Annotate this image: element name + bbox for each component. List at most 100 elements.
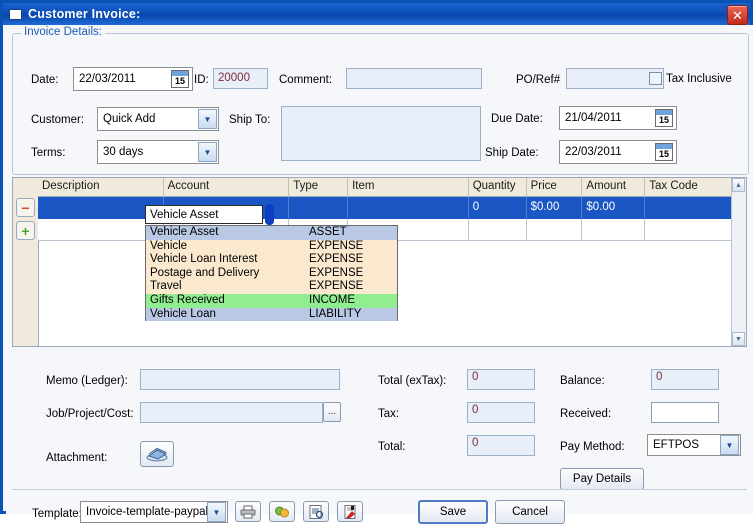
balance-label: Balance: <box>560 375 605 387</box>
pay-details-button[interactable]: Pay Details <box>560 468 644 490</box>
account-dropdown-list[interactable]: Vehicle Asset ASSET Vehicle EXPENSE Vehicle … <box>145 225 398 322</box>
calendar-icon-due[interactable]: 15 <box>655 109 673 127</box>
column-header-price[interactable]: Price <box>527 178 583 196</box>
chevron-down-icon-paymethod[interactable]: ▼ <box>720 435 739 455</box>
grid-cell[interactable]: $0.00 <box>582 197 646 219</box>
customer-label: Customer: <box>31 114 85 126</box>
dropdown-item[interactable]: Vehicle Loan Interest EXPENSE <box>146 253 397 267</box>
grid-cell[interactable] <box>645 197 732 219</box>
window-title: Customer Invoice: <box>28 7 141 21</box>
calendar-icon[interactable]: 15 <box>171 70 189 88</box>
chevron-down-icon-template[interactable]: ▼ <box>207 502 226 522</box>
grid-cell[interactable]: 0 <box>469 197 527 219</box>
id-label: ID: <box>194 74 209 86</box>
grid-cell[interactable]: $0.00 <box>527 197 583 219</box>
dropdown-item-name: Postage and Delivery <box>150 266 260 279</box>
template-label: Template: <box>32 508 82 520</box>
date-field[interactable]: 22/03/2011 15 <box>73 67 193 91</box>
grid-cell[interactable] <box>289 197 349 219</box>
add-row-button[interactable]: + <box>16 221 35 240</box>
shipto-label: Ship To: <box>229 114 271 126</box>
shipdate-label: Ship Date: <box>485 147 539 159</box>
grid-cell[interactable] <box>582 218 646 241</box>
shipdate-field[interactable]: 22/03/2011 15 <box>559 140 677 164</box>
total-extax-value-field: 0 <box>467 369 535 390</box>
email-icon[interactable] <box>269 501 295 522</box>
scanner-icon[interactable] <box>140 441 174 467</box>
paymethod-combobox[interactable]: EFTPOS ▼ <box>647 434 741 456</box>
comment-input[interactable] <box>346 68 482 89</box>
dropdown-item-name: Vehicle Asset <box>150 226 219 238</box>
comment-label: Comment: <box>279 74 333 86</box>
terms-combobox[interactable]: 30 days ▼ <box>97 140 219 164</box>
dropdown-item-type: EXPENSE <box>309 253 364 266</box>
tax-inclusive-checkbox[interactable] <box>649 72 662 85</box>
close-icon[interactable]: ✕ <box>727 5 748 25</box>
attachment-label: Attachment: <box>46 452 108 464</box>
line-items-grid[interactable]: − + Description Account Type Item Quantity Pr… <box>12 177 747 347</box>
column-header-description[interactable]: Description <box>38 178 164 196</box>
chevron-down-icon[interactable]: ▼ <box>198 109 217 129</box>
grid-header-row: Description Account Type Item Quantity Price A… <box>38 178 732 197</box>
dropdown-item-name: Vehicle Loan Interest <box>150 253 258 266</box>
dropdown-item[interactable]: Vehicle Asset ASSET <box>146 226 397 240</box>
grid-cell[interactable] <box>645 218 732 241</box>
column-header-tax-code[interactable]: Tax Code <box>645 178 732 196</box>
received-input[interactable] <box>651 402 719 423</box>
dropdown-item-type: EXPENSE <box>309 266 364 279</box>
column-header-quantity[interactable]: Quantity <box>469 178 527 196</box>
grid-cell[interactable] <box>527 218 583 241</box>
printer-icon[interactable] <box>235 501 261 522</box>
tax-value: 0 <box>472 404 479 416</box>
account-cell-editor[interactable]: Vehicle Asset <box>145 205 263 224</box>
dropdown-item[interactable]: Vehicle Loan LIABILITY <box>146 307 397 322</box>
shipto-input[interactable] <box>281 106 481 161</box>
scroll-up-icon[interactable]: ▲ <box>732 178 745 192</box>
dropdown-item[interactable]: Vehicle EXPENSE <box>146 240 397 254</box>
terms-value: 30 days <box>103 146 144 158</box>
dropdown-item[interactable]: Postage and Delivery EXPENSE <box>146 267 397 281</box>
template-value: Invoice-template-paypal.d <box>86 506 207 518</box>
column-header-amount[interactable]: Amount <box>582 178 646 196</box>
date-value: 22/03/2011 <box>79 73 136 85</box>
cancel-button[interactable]: Cancel <box>495 500 565 524</box>
grid-cell[interactable] <box>469 218 527 241</box>
column-header-account[interactable]: Account <box>164 178 290 196</box>
chevron-down-icon-terms[interactable]: ▼ <box>198 142 217 162</box>
poref-label: PO/Ref# <box>516 74 561 86</box>
column-header-type[interactable]: Type <box>289 178 349 196</box>
column-header-item[interactable]: Item <box>348 178 469 196</box>
remove-row-button[interactable]: − <box>16 198 35 217</box>
total-value: 0 <box>472 437 479 449</box>
dropdown-item-name: Gifts Received <box>150 293 225 306</box>
dropdown-item-type: ASSET <box>309 226 347 238</box>
dropdown-item[interactable]: Gifts Received INCOME <box>146 293 397 308</box>
job-browse-button[interactable]: ... <box>323 402 341 422</box>
calendar-icon-ship[interactable]: 15 <box>655 143 673 161</box>
template-combobox[interactable]: Invoice-template-paypal.d ▼ <box>80 501 228 523</box>
duedate-label: Due Date: <box>491 113 543 125</box>
tax-inclusive-label: Tax Inclusive <box>666 73 732 85</box>
grid-vertical-scrollbar[interactable]: ▲ ▼ <box>731 178 746 346</box>
memo-input[interactable] <box>140 369 340 390</box>
duedate-field[interactable]: 21/04/2011 15 <box>559 106 677 130</box>
dropdown-item[interactable]: Travel EXPENSE <box>146 280 397 294</box>
paymethod-label: Pay Method: <box>560 441 625 453</box>
dropdown-item-type: INCOME <box>309 293 355 306</box>
total-value-field: 0 <box>467 435 535 456</box>
id-value: 20000 <box>218 72 250 84</box>
customer-combobox[interactable]: Quick Add ▼ <box>97 107 219 131</box>
account-editor-value: Vehicle Asset <box>150 208 219 221</box>
balance-value: 0 <box>656 371 663 383</box>
date-label: Date: <box>31 74 59 86</box>
table-row[interactable]: 0 $0.00 $0.00 <box>38 197 732 219</box>
save-button[interactable]: Save <box>418 500 488 524</box>
preview-icon[interactable] <box>303 501 329 522</box>
job-input[interactable] <box>140 402 323 423</box>
balance-value-field: 0 <box>651 369 719 390</box>
pdf-icon[interactable] <box>337 501 363 522</box>
scroll-down-icon[interactable]: ▼ <box>732 332 745 346</box>
grid-cell[interactable] <box>348 197 469 219</box>
customer-invoice-window: Customer Invoice: ✕ Invoice Details: Dat… <box>0 0 753 524</box>
duedate-value: 21/04/2011 <box>565 112 622 124</box>
